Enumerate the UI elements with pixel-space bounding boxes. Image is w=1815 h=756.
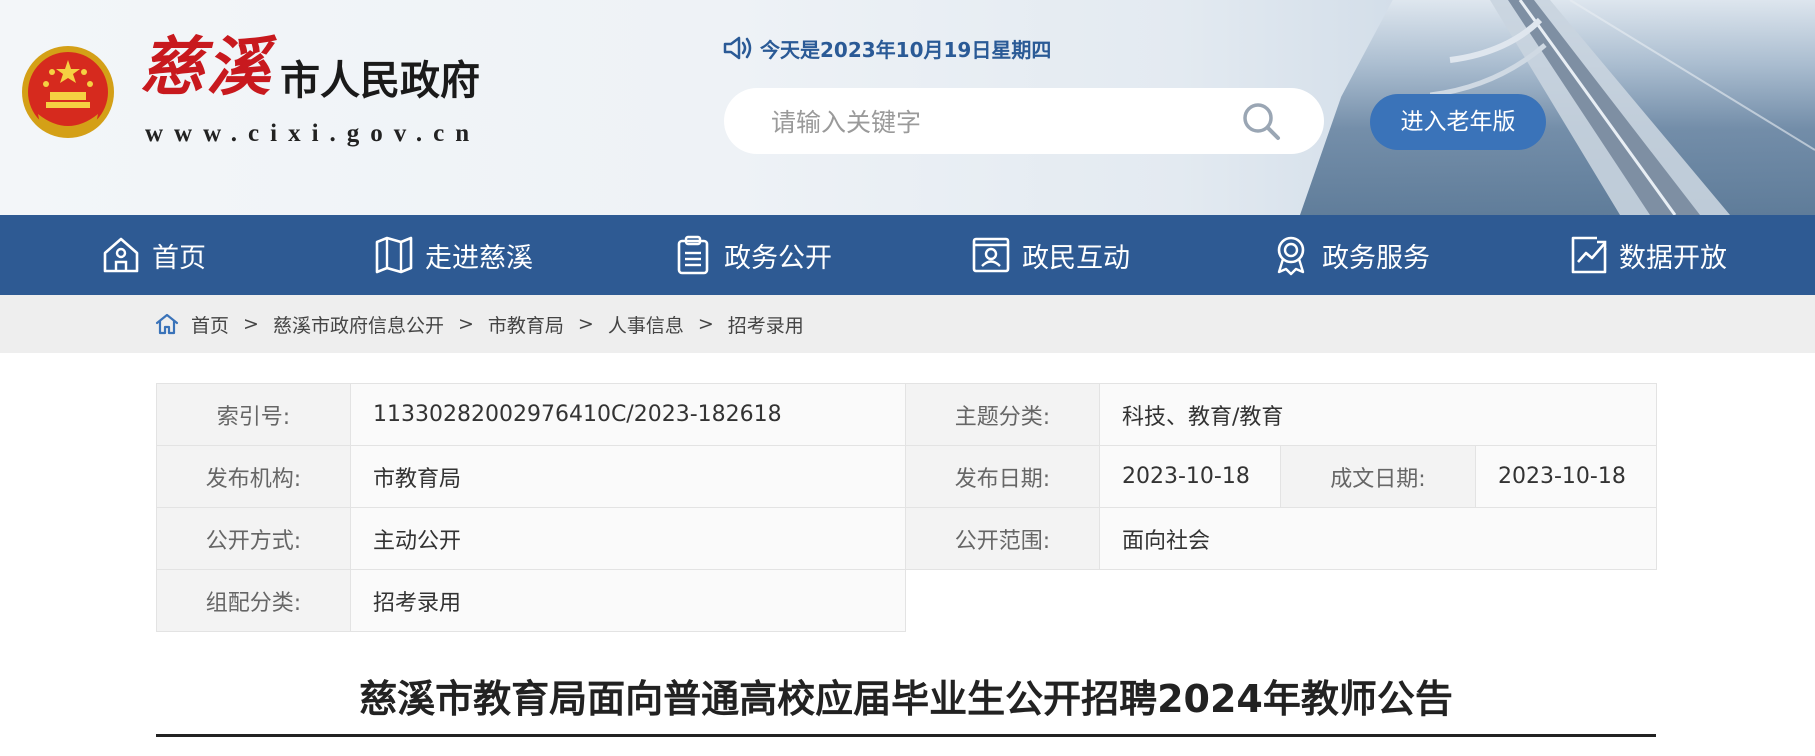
- table-row: 公开方式: 主动公开 公开范围: 面向社会: [156, 507, 1658, 570]
- article-title: 慈溪市教育局面向普通高校应届毕业生公开招聘2024年教师公告: [359, 677, 1453, 721]
- org-value: 市教育局: [350, 445, 906, 508]
- docdate-label: 成文日期:: [1280, 445, 1476, 508]
- category-value: 招考录用: [350, 569, 906, 632]
- org-label: 发布机构:: [156, 445, 351, 508]
- breadcrumb-bar: 首页 > 慈溪市政府信息公开 > 市教育局 > 人事信息 > 招考录用: [0, 295, 1815, 353]
- method-label: 公开方式:: [156, 507, 351, 570]
- nav-item-label: 政民互动: [1022, 242, 1130, 274]
- pubdate-label: 发布日期:: [905, 445, 1100, 508]
- home-icon[interactable]: [155, 312, 179, 336]
- empty-cell: [905, 569, 1657, 632]
- breadcrumb-item[interactable]: 慈溪市政府信息公开: [273, 311, 444, 338]
- nav-item-about[interactable]: 走进慈溪: [373, 215, 533, 295]
- clipboard-icon: [677, 235, 709, 275]
- topic-value: 科技、教育/教育: [1098, 383, 1658, 446]
- docdate-value: 2023-10-18: [1474, 445, 1658, 508]
- category-label: 组配分类:: [156, 569, 351, 632]
- nav-item-services[interactable]: 政务服务: [1270, 215, 1430, 295]
- title-divider: [156, 734, 1656, 737]
- main-nav: 首页 走进慈溪 政务公开 政民互动 政务服务 数据开放: [0, 215, 1815, 295]
- nav-item-label: 政务服务: [1322, 242, 1430, 274]
- table-row: 发布机构: 市教育局 发布日期: 2023-10-18 成文日期: 2023-1…: [156, 445, 1658, 508]
- today-date-text: 今天是2023年10月19日星期四: [760, 37, 1052, 62]
- breadcrumb-separator: >: [577, 313, 594, 335]
- nav-item-interaction[interactable]: 政民互动: [970, 215, 1130, 295]
- breadcrumb-separator: >: [697, 313, 714, 335]
- today-date: 今天是2023年10月19日星期四: [722, 32, 1051, 64]
- elder-mode-button[interactable]: 进入老年版: [1370, 94, 1546, 150]
- nav-item-label: 数据开放: [1619, 242, 1727, 274]
- map-icon: [375, 236, 413, 274]
- table-row: 索引号: 11330282002976410C/2023-182618 主题分类…: [156, 383, 1658, 446]
- breadcrumb-separator: >: [243, 313, 259, 335]
- breadcrumb-item[interactable]: 招考录用: [728, 311, 804, 338]
- scope-label: 公开范围:: [905, 507, 1100, 570]
- breadcrumb-separator: >: [457, 313, 474, 335]
- home-icon: [103, 237, 139, 273]
- nav-item-open-data[interactable]: 数据开放: [1567, 215, 1727, 295]
- index-label: 索引号:: [156, 383, 351, 446]
- breadcrumb-item[interactable]: 首页: [191, 311, 229, 338]
- nav-item-home[interactable]: 首页: [100, 215, 206, 295]
- user-card-icon: [972, 237, 1010, 273]
- nav-item-label: 政务公开: [724, 242, 832, 274]
- breadcrumb: 首页 > 慈溪市政府信息公开 > 市教育局 > 人事信息 > 招考录用: [155, 295, 804, 353]
- topic-label: 主题分类:: [905, 383, 1100, 446]
- chart-icon: [1571, 236, 1607, 274]
- nav-item-label: 走进慈溪: [425, 242, 533, 274]
- site-logo-url: www.cixi.gov.cn: [145, 120, 481, 147]
- nav-item-label: 首页: [152, 242, 206, 274]
- scope-value: 面向社会: [1098, 507, 1658, 570]
- national-emblem-icon: [22, 46, 114, 138]
- search-box: [724, 88, 1324, 156]
- pubdate-value: 2023-10-18: [1099, 445, 1281, 508]
- search-input[interactable]: [769, 88, 1233, 156]
- index-value: 11330282002976410C/2023-182618: [350, 383, 906, 446]
- site-logo-suffix: 市人民政府: [280, 57, 480, 104]
- nav-item-gov-disclosure[interactable]: 政务公开: [672, 215, 832, 295]
- breadcrumb-item[interactable]: 市教育局: [488, 311, 564, 338]
- search-icon[interactable]: [1240, 100, 1282, 142]
- breadcrumb-item[interactable]: 人事信息: [608, 311, 684, 338]
- site-header: 慈溪 市人民政府 www.cixi.gov.cn 今天是2023年10月19日星…: [0, 0, 1815, 215]
- speaker-icon: [723, 36, 752, 60]
- badge-icon: [1277, 236, 1305, 276]
- document-info-table: 索引号: 11330282002976410C/2023-182618 主题分类…: [156, 383, 1658, 632]
- site-logo-name: 慈溪: [140, 30, 272, 105]
- method-value: 主动公开: [350, 507, 906, 570]
- table-row: 组配分类: 招考录用: [156, 569, 1657, 632]
